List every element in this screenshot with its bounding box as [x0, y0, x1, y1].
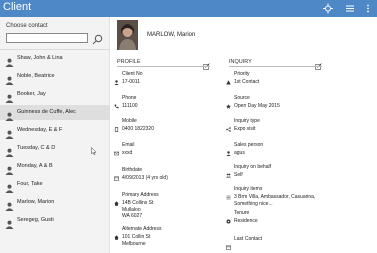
contact-list-item[interactable]: Wednesday, E & F — [0, 123, 110, 139]
person-icon — [226, 143, 231, 156]
contact-list-item[interactable]: Booker, Jay — [0, 87, 110, 103]
profile-field-label: Birthdate — [122, 167, 143, 173]
more-icon[interactable] — [362, 3, 374, 14]
contact-list-item-name: Booker, Jay — [17, 91, 46, 97]
profile-field-label: Mobile — [122, 118, 137, 124]
inquiry-section-title: INQUIRY — [229, 59, 252, 65]
inquiry-field-label: Tenure — [234, 210, 250, 216]
search-input[interactable] — [6, 33, 88, 43]
inquiry-field-label: Priority — [234, 71, 250, 77]
email-icon — [114, 143, 119, 156]
contact-avatar-icon — [5, 144, 14, 157]
profile-field-label: Phone — [122, 95, 137, 101]
mobile-icon — [114, 119, 119, 133]
profile-field-value: 4/09/2013 (4 yrs old) — [122, 175, 168, 181]
inquiry-field-value: Open Day May 2015 — [234, 103, 280, 109]
contact-list-item[interactable]: Marlow, Marion — [0, 195, 110, 211]
phone-icon — [114, 96, 119, 109]
contact-list-item[interactable]: Noble, Beatrice — [0, 69, 110, 85]
contact-list-item-name: Seregeg, Gusti — [17, 217, 54, 223]
people-icon — [226, 165, 231, 178]
inquiry-field-label: Inquiry type — [234, 118, 260, 124]
contact-list-item[interactable]: Seregeg, Gusti — [0, 213, 110, 229]
contact-list-item[interactable]: Monday, A & B — [0, 159, 110, 175]
contact-avatar-icon — [5, 126, 14, 139]
contact-list-item-name: Shaw, John & Lina — [17, 55, 63, 61]
inquiry-field-value: 3 Brm Villa, Ambassador, Casuarina, Some… — [234, 194, 316, 207]
profile-field-value: xxxd — [122, 150, 133, 156]
menu-icon[interactable] — [344, 3, 356, 14]
profile-field-value: 101 Collin St Melbourne — [122, 234, 151, 247]
contact-list-item-name: Four, Take — [17, 181, 43, 187]
contact-avatar-icon — [5, 162, 14, 175]
app-title: Client — [3, 1, 32, 13]
inquiry-field-value: Expo visit — [234, 126, 256, 132]
title-bar: Client — [0, 0, 377, 17]
contact-avatar-icon — [5, 198, 14, 211]
contact-avatar-icon — [5, 108, 14, 121]
inquiry-divider — [229, 66, 322, 67]
profile-field-value: 17-0011 — [122, 79, 140, 85]
list-divider — [0, 49, 110, 50]
profile-field-value: 14B Collins St Mullaloo WA 6027 — [122, 200, 154, 219]
contact-name: MARLOW, Marion — [147, 32, 196, 38]
contact-avatar-icon — [5, 216, 14, 229]
inquiry-field-label: Last Contact — [234, 236, 263, 242]
inquiry-field-value: Self — [234, 172, 243, 178]
contact-sidebar: Choose contact Shaw, John & Lina Noble, B… — [0, 17, 110, 253]
profile-divider — [117, 66, 210, 67]
inquiry-field-value: Residence — [234, 218, 258, 224]
contact-list-item[interactable]: Four, Take — [0, 177, 110, 193]
contact-avatar-icon — [5, 72, 14, 85]
contact-avatar-icon — [5, 54, 14, 67]
contact-photo — [117, 20, 138, 50]
choose-contact-heading: Choose contact — [6, 23, 48, 29]
calendar-icon — [226, 237, 231, 250]
contact-list-item-name: Marlow, Marion — [17, 199, 55, 205]
home-icon — [114, 227, 119, 240]
profile-section-title: PROFILE — [117, 59, 141, 65]
inquiry-field-value: 1st Contact — [234, 79, 260, 85]
profile-edit-icon[interactable] — [203, 57, 210, 70]
contact-avatar-icon — [5, 180, 14, 193]
contact-list-item-name: Noble, Beatrice — [17, 73, 55, 79]
profile-field-label: Primary Address — [122, 192, 159, 198]
calendar-icon — [114, 168, 119, 181]
tenure-icon — [226, 211, 231, 224]
inquiry-field-label: Inquiry items — [234, 186, 263, 192]
contact-list-item-name: Monday, A & B — [17, 163, 53, 169]
sync-icon[interactable] — [322, 3, 334, 14]
profile-field-label: Email — [122, 142, 135, 148]
inquiry-edit-icon[interactable] — [315, 57, 322, 70]
home-icon — [114, 193, 119, 206]
person-icon — [114, 72, 119, 85]
priority-icon — [226, 72, 231, 85]
contact-list-item[interactable]: Guinness de Cuffe, Alec — [0, 105, 110, 121]
contact-list-item-name: Tuesday, C & D — [17, 145, 56, 151]
profile-field-label: Client No — [122, 71, 143, 77]
contact-avatar-icon — [5, 90, 14, 103]
contact-list-item-name: Wednesday, E & F — [17, 127, 63, 133]
search-icon[interactable] — [92, 32, 103, 45]
mouse-cursor-icon — [91, 142, 97, 156]
contact-list-item[interactable]: Shaw, John & Lina — [0, 51, 110, 67]
inquiry-field-label: Inquiry on behalf — [234, 164, 271, 170]
contact-list-item-name: Guinness de Cuffe, Alec — [17, 109, 76, 115]
inquiry-field-value: agus — [234, 150, 245, 156]
star-icon — [226, 96, 231, 109]
profile-field-label: Alternate Address — [122, 226, 162, 232]
profile-field-value: 0400 1822320 — [122, 126, 154, 132]
inquiry-field-label: Source — [234, 95, 250, 101]
profile-field-value: 111100 — [122, 103, 138, 109]
inquiry-field-label: Sales person — [234, 142, 264, 148]
list-icon — [226, 187, 231, 200]
share-icon — [226, 119, 231, 132]
